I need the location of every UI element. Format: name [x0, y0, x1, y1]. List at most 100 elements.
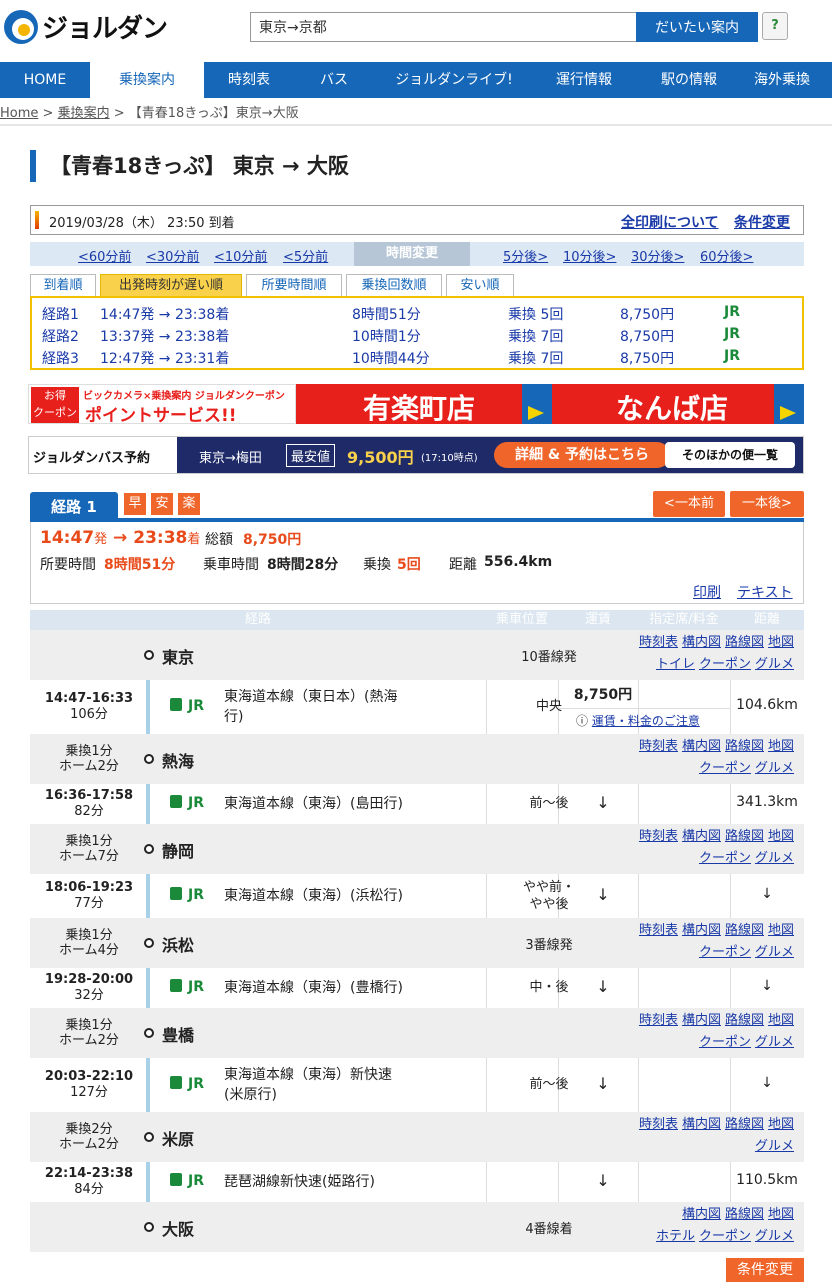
station-link[interactable]: 地図 — [768, 739, 794, 754]
station-link[interactable]: 地図 — [768, 829, 794, 844]
station-name[interactable]: 米原 — [162, 1126, 194, 1150]
station-link[interactable]: 路線図 — [725, 923, 764, 938]
shift-minus-5[interactable]: <5分前 — [283, 246, 328, 265]
print-link[interactable]: 印刷 — [693, 582, 721, 602]
sort-tab-duration[interactable]: 所要時間順 — [246, 274, 342, 298]
segment-time: 19:28-20:00 32分 — [44, 972, 134, 1003]
station-link[interactable]: クーポン — [699, 761, 751, 776]
station-link[interactable]: クーポン — [699, 851, 751, 866]
station-link[interactable]: 構内図 — [682, 1207, 721, 1222]
station-link[interactable]: グルメ — [755, 761, 794, 776]
station-name[interactable]: 豊橋 — [162, 1022, 194, 1046]
shift-plus-10[interactable]: 10分後> — [563, 246, 616, 265]
station-link[interactable]: グルメ — [755, 657, 794, 672]
search-input[interactable] — [250, 12, 636, 42]
station-link[interactable]: 路線図 — [725, 1207, 764, 1222]
nav-timetable[interactable]: 時刻表 — [204, 62, 294, 98]
sort-tab-transfers[interactable]: 乗換回数順 — [346, 274, 442, 298]
line-name[interactable]: 東海道本線（東日本）(熱海 行) — [224, 687, 488, 727]
shift-minus-30[interactable]: <30分前 — [146, 246, 199, 265]
search-button[interactable]: だいたい案内 — [636, 12, 758, 42]
station-link[interactable]: グルメ — [755, 1035, 794, 1050]
prev-train-button[interactable]: <一本前 — [653, 491, 725, 517]
station-link[interactable]: 時刻表 — [639, 739, 678, 754]
line-name[interactable]: 東海道本線（東海）新快速 (米原行) — [224, 1065, 488, 1105]
station-link[interactable]: トイレ — [656, 657, 695, 672]
station-marker-icon — [144, 844, 154, 854]
station-link[interactable]: 路線図 — [725, 1013, 764, 1028]
station-link[interactable]: 構内図 — [682, 923, 721, 938]
breadcrumb-transit[interactable]: 乗換案内 — [58, 106, 110, 121]
bic-camera-banner[interactable]: お得 クーポン ビックカメラ×乗換案内 ジョルダンクーポン ポイントサービス!! … — [28, 384, 804, 424]
station-link[interactable]: 時刻表 — [639, 1117, 678, 1132]
condition-change-button[interactable]: 条件変更 — [726, 1258, 804, 1282]
station-link[interactable]: グルメ — [755, 851, 794, 866]
station-name[interactable]: 熱海 — [162, 748, 194, 772]
station-link[interactable]: 構内図 — [682, 739, 721, 754]
bus-reservation-banner[interactable]: ジョルダンバス予約 東京→梅田 最安値 9,500円 (17:10時点) 詳細 … — [28, 436, 804, 474]
line-name[interactable]: 東海道本線（東海）(浜松行) — [224, 886, 488, 906]
station-links: 時刻表 構内図 路線図 地図トイレ クーポン グルメ — [635, 632, 794, 676]
station-link[interactable]: ホテル — [656, 1229, 695, 1244]
station-link[interactable]: クーポン — [699, 945, 751, 960]
station-link[interactable]: グルメ — [755, 1229, 794, 1244]
station-link[interactable]: 構内図 — [682, 1117, 721, 1132]
shift-minus-60[interactable]: <60分前 — [78, 246, 131, 265]
station-link[interactable]: 路線図 — [725, 739, 764, 754]
nav-transit[interactable]: 乗換案内 — [90, 62, 204, 98]
nav-overseas[interactable]: 海外乗換 — [744, 62, 832, 98]
breadcrumb-home[interactable]: Home — [0, 106, 38, 121]
station-link[interactable]: 時刻表 — [639, 1013, 678, 1028]
help-button[interactable]: ? — [762, 12, 788, 40]
bus-detail-button[interactable]: 詳細 & 予約はこちら — [494, 442, 670, 468]
line-name[interactable]: 東海道本線（東海）(島田行) — [224, 794, 488, 814]
nav-service-info[interactable]: 運行情報 — [534, 62, 634, 98]
condition-change-link[interactable]: 条件変更 — [734, 212, 790, 232]
station-link[interactable]: 地図 — [768, 635, 794, 650]
station-link[interactable]: 地図 — [768, 1117, 794, 1132]
nav-bus[interactable]: バス — [294, 62, 374, 98]
station-link[interactable]: 構内図 — [682, 1013, 721, 1028]
next-train-button[interactable]: 一本後> — [730, 491, 804, 517]
station-link[interactable]: クーポン — [699, 1035, 751, 1050]
line-name[interactable]: 東海道本線（東海）(豊橋行) — [224, 978, 488, 998]
station-link[interactable]: 構内図 — [682, 829, 721, 844]
shift-plus-30[interactable]: 30分後> — [631, 246, 684, 265]
station-link[interactable]: 路線図 — [725, 1117, 764, 1132]
text-link[interactable]: テキスト — [737, 582, 793, 602]
nav-home[interactable]: HOME — [0, 62, 90, 98]
station-link[interactable]: 時刻表 — [639, 923, 678, 938]
logo[interactable]: ジョルダン — [4, 8, 168, 45]
station-link[interactable]: 路線図 — [725, 635, 764, 650]
station-link[interactable]: 地図 — [768, 1207, 794, 1222]
print-all-link[interactable]: 全印刷について — [621, 212, 719, 232]
header: ジョルダン だいたい案内 ? — [0, 0, 832, 62]
shift-plus-5[interactable]: 5分後> — [503, 246, 548, 265]
station-name[interactable]: 浜松 — [162, 932, 194, 956]
shift-plus-60[interactable]: 60分後> — [700, 246, 753, 265]
station-link[interactable]: グルメ — [755, 1139, 794, 1154]
station-link[interactable]: 地図 — [768, 923, 794, 938]
segment-distance: ↓ — [761, 978, 773, 994]
station-link[interactable]: 路線図 — [725, 829, 764, 844]
station-link[interactable]: クーポン — [699, 657, 751, 672]
line-name[interactable]: 琵琶湖線新快速(姫路行) — [224, 1172, 488, 1192]
nav-station-info[interactable]: 駅の情報 — [634, 62, 744, 98]
sort-tab-cheapest[interactable]: 安い順 — [446, 274, 514, 298]
station-link[interactable]: 時刻表 — [639, 635, 678, 650]
operator: JR — [170, 887, 204, 903]
station-link[interactable]: クーポン — [699, 1229, 751, 1244]
fare-notice[interactable]: ⓘ 運賃・料金のご注意 — [576, 712, 700, 729]
sort-tab-arrival[interactable]: 到着順 — [30, 274, 96, 298]
station-link[interactable]: 時刻表 — [639, 829, 678, 844]
station-name[interactable]: 静岡 — [162, 838, 194, 862]
station-link[interactable]: グルメ — [755, 945, 794, 960]
station-link[interactable]: 構内図 — [682, 635, 721, 650]
station-name[interactable]: 東京 — [162, 644, 194, 668]
sort-tab-late-departure[interactable]: 出発時刻が遅い順 — [100, 274, 242, 298]
station-link[interactable]: 地図 — [768, 1013, 794, 1028]
nav-jorudan-live[interactable]: ジョルダンライブ! — [374, 62, 534, 98]
station-name[interactable]: 大阪 — [162, 1216, 194, 1240]
bus-other-button[interactable]: そのほかの便一覧 — [665, 442, 795, 468]
shift-minus-10[interactable]: <10分前 — [214, 246, 267, 265]
